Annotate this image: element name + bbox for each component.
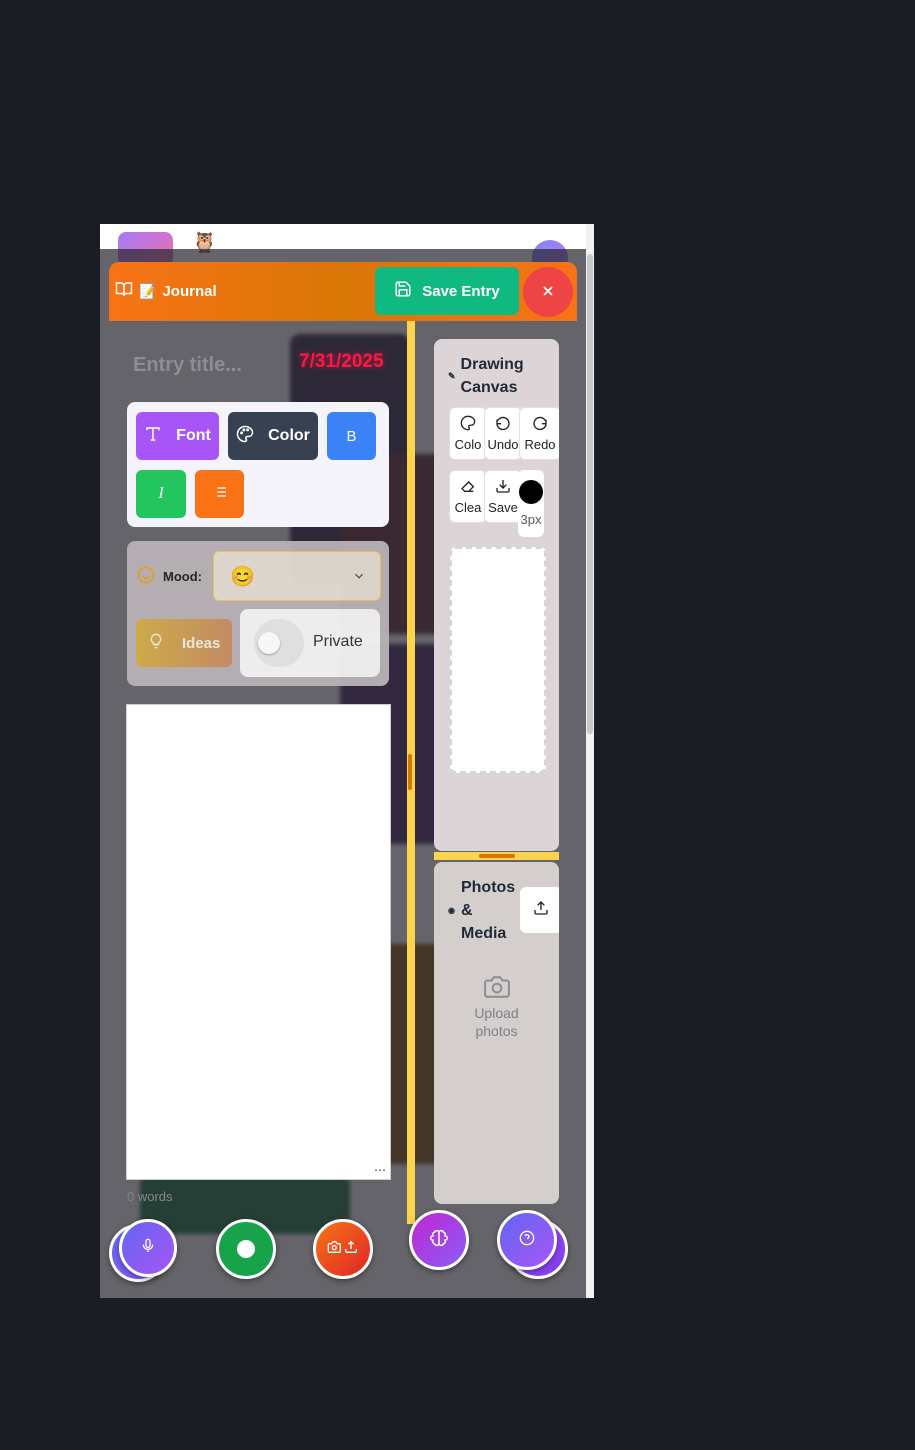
drawing-title: ✎ Drawing Canvas (448, 353, 524, 399)
journal-modal: 📝 Journal Save Entry 7/31/2025 (109, 262, 577, 1298)
resize-grip[interactable] (408, 754, 412, 790)
media-title-line3: Media (460, 925, 507, 942)
draw-color-label: Colo (454, 437, 482, 452)
help-circle-icon (519, 1230, 535, 1251)
record-dot-icon (237, 1240, 255, 1258)
brain-icon (430, 1229, 448, 1252)
redo-button[interactable]: Redo (519, 407, 559, 460)
stroke-size-picker[interactable]: 3px (518, 470, 544, 537)
undo-button[interactable]: Undo (484, 407, 522, 460)
undo-label: Undo (487, 437, 519, 452)
private-label: Private (313, 633, 363, 650)
brush-color-swatch[interactable] (519, 480, 543, 504)
palette-icon (236, 425, 254, 448)
modal-header: 📝 Journal Save Entry (109, 262, 577, 321)
mood-selected: 😊 (230, 566, 255, 588)
entry-title-input[interactable] (131, 347, 295, 383)
ideas-label: Ideas (182, 634, 221, 652)
ai-brain-button[interactable] (409, 1210, 469, 1270)
close-icon (540, 283, 556, 302)
scrollbar-thumb[interactable] (587, 254, 593, 734)
private-toggle[interactable]: Private (240, 609, 380, 677)
close-button[interactable] (523, 267, 573, 317)
microphone-icon (140, 1238, 156, 1259)
type-icon (144, 425, 162, 448)
camera-upload-icon (327, 1239, 359, 1260)
word-count: 0 words (127, 1189, 173, 1204)
resize-grip-icon[interactable]: ⋯ (374, 1163, 386, 1177)
drawing-panel: ✎ Drawing Canvas Colo Undo Redo Clea Sav… (434, 339, 559, 851)
draw-color-button[interactable]: Colo (449, 407, 487, 460)
bold-label: B (346, 427, 357, 445)
upload-text-line1: Upload (474, 1005, 519, 1021)
editor-column: 7/31/2025 Font Color B I (109, 321, 407, 1298)
upload-button[interactable] (520, 887, 559, 933)
eraser-icon (460, 478, 476, 497)
save-icon (394, 280, 412, 302)
image-icon: ◉ (448, 906, 455, 915)
toggle-track[interactable] (254, 619, 304, 667)
redo-label: Redo (524, 437, 556, 452)
modal-title: Journal (162, 282, 217, 300)
save-drawing-label: Save (488, 500, 518, 515)
upload-icon (533, 900, 549, 921)
undo-icon (495, 415, 511, 434)
app-frame: 🦉 📝 Journal Save Entry Entry title... 7/… (100, 224, 594, 1298)
memo-icon: 📝 (139, 282, 157, 299)
bold-button[interactable]: B (327, 412, 376, 460)
drawing-canvas[interactable] (450, 547, 546, 773)
camera-icon (434, 974, 559, 1004)
mood-panel: Mood: 😊 Ideas Private (127, 541, 389, 686)
list-icon (212, 484, 228, 505)
clear-label: Clea (454, 500, 482, 515)
chevron-down-icon (352, 569, 366, 588)
list-button[interactable] (195, 470, 244, 518)
entry-text-editor[interactable]: ⋯ (126, 704, 391, 1180)
ideas-button[interactable]: Ideas (136, 619, 232, 667)
redo-icon (532, 415, 548, 434)
help-button[interactable] (497, 1210, 557, 1270)
drawing-title-line2: Canvas (460, 379, 518, 396)
lightbulb-icon (148, 633, 164, 653)
mood-select[interactable]: 😊 (213, 551, 381, 601)
entry-date: 7/31/2025 (299, 351, 384, 372)
save-drawing-button[interactable]: Save (484, 470, 522, 523)
record-button[interactable] (216, 1219, 276, 1279)
media-panel: ◉ Photos & Media Upload photos (434, 862, 559, 1204)
format-toolbar: Font Color B I (127, 402, 389, 527)
drawing-title-line1: Drawing (460, 356, 524, 373)
save-entry-button[interactable]: Save Entry (375, 267, 519, 315)
upload-text-line2: photos (475, 1023, 518, 1039)
font-label: Font (176, 427, 211, 444)
pencil-icon: ✎ (448, 370, 456, 381)
upload-dropzone[interactable]: Upload photos (434, 974, 559, 1040)
italic-button[interactable]: I (136, 470, 186, 518)
resize-grip[interactable] (479, 854, 515, 858)
color-label: Color (268, 427, 310, 444)
color-button[interactable]: Color (228, 412, 318, 460)
smile-icon (137, 566, 155, 587)
font-button[interactable]: Font (136, 412, 219, 460)
toggle-knob (258, 632, 280, 654)
media-title: ◉ Photos & Media (448, 876, 515, 945)
book-open-icon (115, 280, 133, 302)
mood-label: Mood: (163, 569, 202, 584)
voice-button[interactable] (119, 1219, 177, 1277)
media-title-line1: Photos (460, 879, 516, 896)
save-entry-label: Save Entry (422, 282, 500, 300)
stroke-size: 3px (520, 512, 542, 527)
top-strip (100, 224, 594, 249)
media-title-line2: & (460, 902, 473, 919)
download-icon (495, 478, 511, 497)
vertical-resize-handle[interactable] (407, 321, 415, 1224)
clear-button[interactable]: Clea (449, 470, 487, 523)
italic-label: I (158, 485, 164, 502)
horizontal-resize-handle[interactable] (434, 852, 559, 860)
photo-upload-button[interactable] (313, 1219, 373, 1279)
scrollbar[interactable] (586, 224, 594, 1298)
mood-label-group: Mood: (137, 566, 202, 587)
palette-icon (460, 415, 476, 434)
